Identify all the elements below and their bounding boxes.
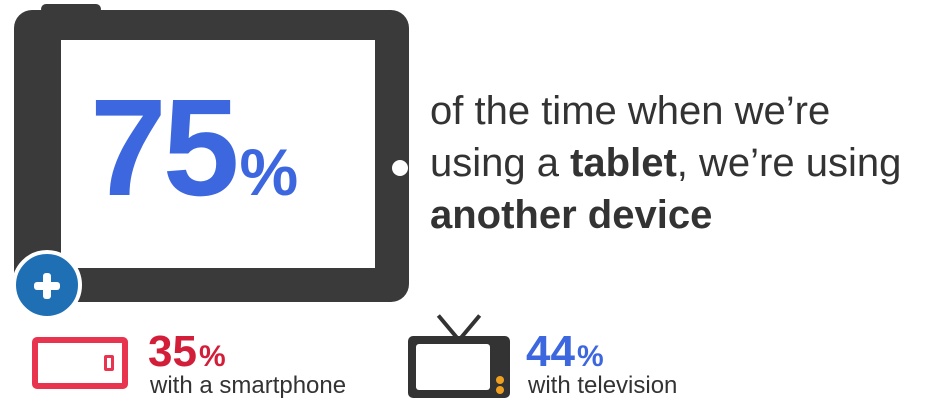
headline-line-1: of the time when we’re [430, 89, 831, 133]
smartphone-stat-number: 35 [148, 327, 197, 376]
headline-line-2-post: , we’re using [676, 141, 902, 185]
television-stat-number: 44 [526, 327, 575, 376]
television-caption: with television [528, 372, 678, 399]
headline-line-2-pre: using a [430, 141, 571, 185]
headline-tablet-word: tablet [570, 141, 677, 185]
tablet-stat: 75 % [90, 78, 298, 218]
tv-knob-icon [496, 386, 504, 394]
plus-icon [12, 250, 82, 320]
tablet-home-button [392, 160, 408, 176]
smartphone-icon [32, 337, 128, 389]
smartphone-stat: 35 % [148, 330, 226, 374]
television-icon [408, 336, 510, 398]
tablet-stat-percent: % [239, 135, 299, 209]
headline-another-device: another device [430, 193, 713, 237]
tablet-stat-number: 75 [90, 71, 239, 225]
smartphone-caption: with a smartphone [150, 372, 347, 399]
television-stat-percent: % [576, 340, 604, 373]
headline-line-3: another device [430, 189, 940, 241]
headline-line-2: using a tablet, we’re using [430, 137, 940, 189]
tv-screen [416, 344, 490, 390]
headline-text: of the time when we’re using a tablet, w… [430, 85, 940, 241]
television-stat: 44 % [526, 330, 604, 374]
smartphone-stat-percent: % [198, 340, 226, 373]
tv-knob-icon [496, 376, 504, 384]
